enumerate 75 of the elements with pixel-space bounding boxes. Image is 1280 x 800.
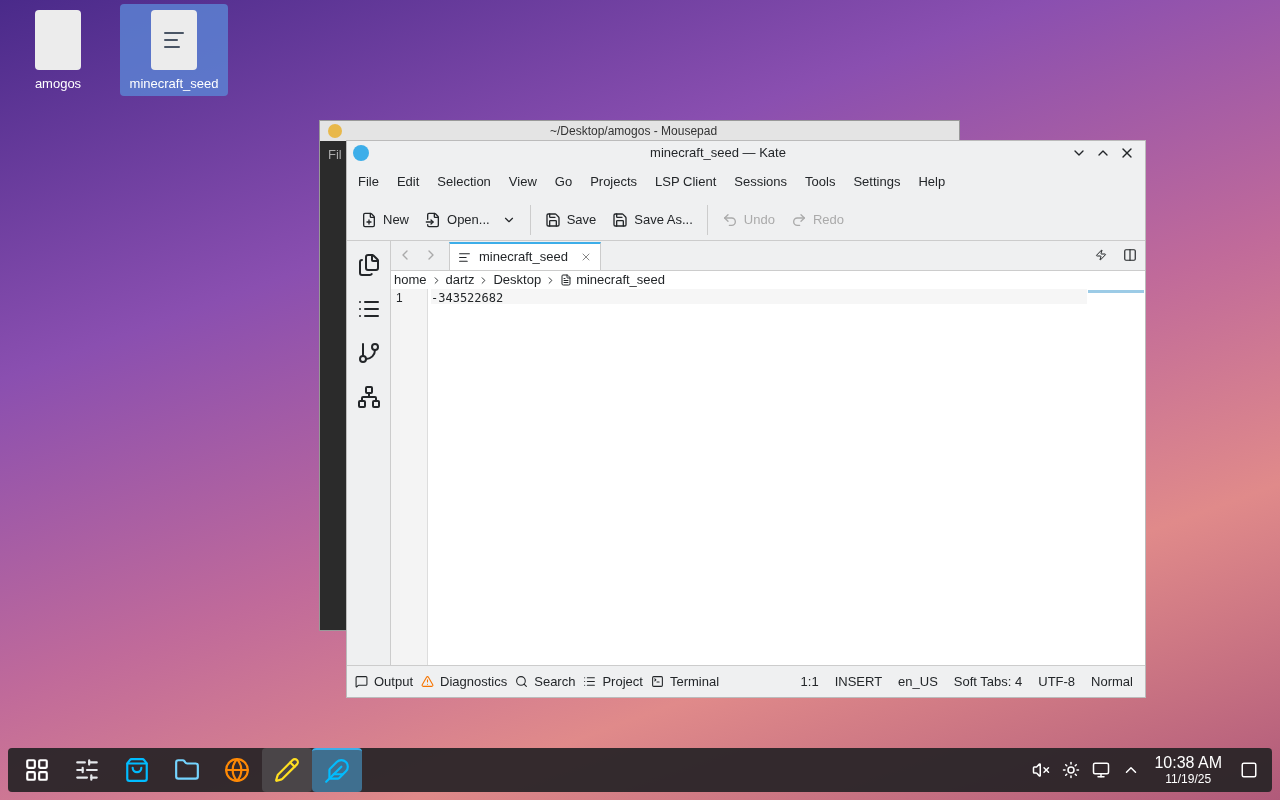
panel-button[interactable]: Diagnostics — [417, 668, 512, 695]
toolbar-button[interactable]: New — [355, 204, 415, 235]
status-item[interactable]: INSERT — [826, 671, 891, 692]
menu-item[interactable]: Go — [545, 169, 582, 195]
settings-icon — [74, 757, 100, 783]
breadcrumb-item[interactable]: minecraft_seed — [576, 270, 666, 290]
toolbar-icon — [361, 211, 377, 228]
notes-icon — [274, 757, 300, 783]
menu-item[interactable]: Selection — [428, 169, 500, 195]
terminal-icon — [650, 675, 664, 688]
menu-item[interactable]: Settings — [844, 169, 910, 195]
menu-item[interactable]: Edit — [387, 169, 429, 195]
breadcrumb-item[interactable]: Desktop — [493, 270, 542, 290]
toolbar-button[interactable]: Open... — [419, 204, 522, 235]
status-item[interactable]: en_US — [890, 671, 946, 692]
menu-item[interactable]: Tools — [796, 169, 845, 195]
search-icon — [515, 675, 529, 688]
text-file-icon — [151, 10, 197, 70]
toolbar-button[interactable]: Save — [538, 204, 603, 235]
status-item[interactable]: Soft Tabs: 4 — [945, 671, 1031, 692]
menu-item[interactable]: Fil — [328, 145, 342, 165]
breadcrumb-item[interactable]: dartz — [445, 270, 475, 290]
toolbar-icon — [544, 211, 561, 228]
brightness-icon[interactable] — [1062, 761, 1081, 779]
project-icon — [583, 675, 597, 688]
status-item[interactable]: 1:1 — [792, 671, 827, 692]
menu-item[interactable]: Sessions — [725, 169, 797, 195]
menu-item[interactable]: Projects — [581, 169, 647, 195]
toolbar-button[interactable]: Save As... — [606, 204, 699, 235]
status-item[interactable]: UTF-8 — [1030, 671, 1084, 692]
menu-item[interactable]: File — [349, 169, 388, 195]
window-title: ~/Desktop/amogos - Mousepad — [550, 124, 718, 138]
menu-item[interactable]: View — [499, 169, 546, 195]
text-file-icon — [458, 250, 471, 264]
app-icon — [353, 145, 369, 161]
output-icon — [355, 675, 368, 688]
toolbar-icon — [721, 211, 738, 228]
panel-button[interactable]: Search — [511, 668, 580, 695]
browser-icon — [224, 757, 250, 783]
files-icon — [174, 757, 200, 783]
menu-item[interactable]: Help — [909, 169, 955, 195]
editor-tab[interactable]: minecraft_seed — [449, 242, 601, 270]
show-desktop-icon[interactable] — [1240, 761, 1258, 779]
file-name: minecraft_seed — [129, 75, 219, 93]
store-icon — [124, 757, 150, 783]
muted-speaker-icon[interactable] — [1032, 761, 1051, 779]
launcher-icon — [24, 757, 50, 783]
app-icon — [328, 124, 342, 138]
tab-label: minecraft_seed — [479, 248, 568, 267]
split-view-icon[interactable] — [1123, 248, 1137, 262]
line-number: 1 — [396, 290, 404, 304]
clock[interactable]: 10:38 AM 11/19/25 — [1154, 755, 1222, 785]
panel-button[interactable]: Project — [579, 668, 647, 695]
git-icon[interactable] — [356, 341, 381, 365]
menu-item[interactable]: LSP Client — [646, 169, 726, 195]
panel-button[interactable]: Output — [351, 668, 418, 695]
toolbar-icon — [790, 211, 807, 228]
diagnostics-icon — [421, 675, 435, 688]
toolbar-icon — [612, 211, 629, 228]
toolbar-icon — [425, 211, 441, 228]
structure-icon[interactable] — [356, 385, 381, 409]
documents-icon[interactable] — [356, 253, 381, 277]
file-name: amogos — [34, 75, 82, 93]
status-item[interactable]: Normal — [1083, 671, 1141, 692]
taskbar-app[interactable] — [262, 748, 312, 792]
breadcrumb-item[interactable]: home — [394, 270, 427, 290]
blank-file-icon — [35, 10, 81, 70]
clock-date: 11/19/25 — [1165, 773, 1212, 785]
desktop-file-icon[interactable]: amogos — [4, 4, 112, 96]
desktop-file-icon[interactable]: minecraft_seed — [120, 4, 228, 96]
lightning-icon[interactable] — [1095, 249, 1107, 261]
file-icon — [560, 274, 573, 286]
panel-button[interactable]: Terminal — [646, 668, 724, 695]
window-title: minecraft_seed — Kate — [649, 144, 787, 163]
clock-time: 10:38 AM — [1154, 755, 1222, 771]
